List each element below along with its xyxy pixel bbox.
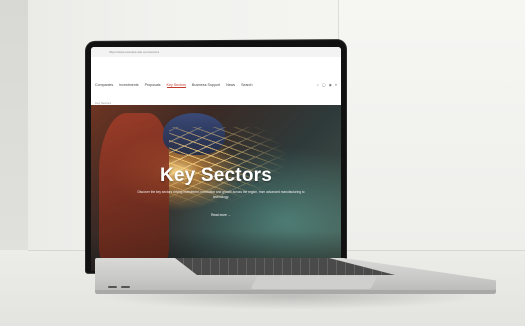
nav-item-investments[interactable]: Investments [119,83,138,88]
site-nav: Companies Investments Proposals Key Sect… [91,57,341,93]
hero-subtitle: Discover the key sectors driving investm… [137,190,305,199]
nav-items: Companies Investments Proposals Key Sect… [95,83,252,88]
usb-port-2 [121,286,130,288]
nav-item-news[interactable]: News [226,83,235,88]
laptop-base-edge [95,290,496,294]
room-wall-right [338,0,525,250]
browser-url[interactable]: https://www.example-site.com/sectors [109,50,159,54]
nav-item-companies[interactable]: Companies [95,83,113,88]
window-controls[interactable] [95,50,105,81]
nav-icons: ⌕ ◯ ◉ ≡ [317,83,337,87]
laptop-screen: https://www.example-site.com/sectors Com… [91,47,341,271]
search-icon[interactable]: ⌕ [317,83,319,87]
nav-item-proposals[interactable]: Proposals [145,83,161,88]
laptop-trackpad [250,276,378,289]
globe-icon[interactable]: ◯ [322,83,326,87]
hero-image-welder [99,113,169,263]
hero-read-more-button[interactable]: Read more → [201,213,241,217]
usb-port [108,286,117,288]
user-icon[interactable]: ◉ [329,83,332,87]
nav-item-search[interactable]: Search [241,83,252,88]
hero-title: Key Sectors [159,165,273,186]
menu-icon[interactable]: ≡ [335,83,337,87]
nav-item-key-sectors[interactable]: Key Sectors [166,83,186,88]
nav-item-business-support[interactable]: Business Support [192,83,220,88]
